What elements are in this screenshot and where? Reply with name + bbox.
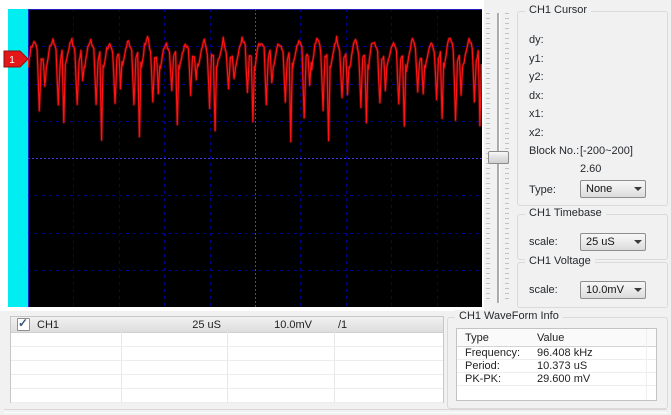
waveform-info-title: CH1 WaveForm Info — [455, 310, 563, 322]
slider-thumb[interactable] — [488, 151, 509, 164]
channel-table: CH1 25 uS 10.0mV /1 — [10, 316, 444, 403]
channel-timebase: 25 uS — [121, 319, 227, 331]
empty-row — [11, 346, 443, 361]
channel-row-ch1[interactable]: CH1 25 uS 10.0mV /1 — [11, 317, 443, 333]
cursor-field-x2: x2: — [529, 127, 544, 139]
trigger-channel-number: 1 — [9, 55, 15, 66]
empty-row — [11, 388, 443, 403]
info-label: Period: — [457, 360, 537, 372]
cursor-field-x1: x1: — [529, 108, 544, 120]
info-col-value: Value — [537, 332, 656, 344]
timebase-panel: CH1 Timebase scale: 25 uS — [517, 214, 668, 260]
cursor-field-y1: y1: — [529, 53, 544, 65]
chevron-down-icon — [631, 240, 645, 244]
chevron-down-icon — [631, 288, 645, 292]
timebase-panel-title: CH1 Timebase — [525, 207, 606, 219]
type-label: Type: — [529, 184, 556, 196]
empty-row — [11, 360, 443, 375]
info-row-frequency: Frequency: 96.408 kHz — [457, 346, 656, 360]
voltage-panel-title: CH1 Voltage — [525, 255, 595, 267]
trigger-marker[interactable]: 1 — [3, 50, 29, 68]
chevron-down-icon — [631, 187, 645, 191]
cursor-type-value: None — [581, 183, 631, 195]
info-label: PK-PK: — [457, 373, 537, 385]
channel-probe: /1 — [334, 319, 443, 331]
voltage-scale-select[interactable]: 10.0mV — [580, 281, 646, 299]
cursor-panel: CH1 Cursor dy: y1: y2: dx: x1: x2: Block… — [517, 11, 668, 206]
cursor-field-y2: y2: — [529, 71, 544, 83]
info-value: 96.408 kHz — [537, 347, 656, 359]
table-divider — [646, 329, 647, 400]
waveform-plot[interactable] — [28, 9, 482, 307]
voltage-scale-label: scale: — [529, 284, 558, 296]
bottom-separator — [4, 409, 667, 413]
info-value: 29.600 mV — [537, 373, 656, 385]
cursor-field-dx: dx: — [529, 90, 544, 102]
scope-grid-and-trace — [28, 9, 482, 307]
empty-row — [11, 332, 443, 347]
info-row-pkpk: PK-PK: 29.600 mV — [457, 372, 656, 386]
cursor-field-dy: dy: — [529, 34, 544, 46]
cursor-type-select[interactable]: None — [580, 180, 646, 198]
block-no-range: [-200~200] — [580, 145, 633, 157]
voltage-scale-value: 10.0mV — [581, 284, 631, 296]
info-label: Frequency: — [457, 347, 537, 359]
timebase-scale-value: 25 uS — [581, 236, 631, 248]
info-col-type: Type — [457, 332, 537, 344]
cursor-panel-title: CH1 Cursor — [525, 4, 591, 16]
waveform-info-panel: CH1 WaveForm Info Type Value Frequency: … — [447, 317, 668, 409]
vertical-position-slider[interactable] — [483, 9, 515, 309]
ch1-checkbox[interactable] — [17, 318, 30, 331]
info-row-period: Period: 10.373 uS — [457, 359, 656, 373]
info-value: 10.373 uS — [537, 360, 656, 372]
timebase-scale-label: scale: — [529, 236, 558, 248]
channel-name: CH1 — [37, 319, 59, 331]
timebase-scale-select[interactable]: 25 uS — [580, 233, 646, 251]
channel-voltage: 10.0mV — [227, 319, 334, 331]
block-no-value: 2.60 — [580, 163, 601, 175]
block-no-label: Block No.: — [529, 145, 579, 157]
empty-row — [11, 374, 443, 389]
waveform-info-table: Type Value Frequency: 96.408 kHz Period:… — [456, 328, 657, 401]
voltage-panel: CH1 Voltage scale: 10.0mV — [517, 262, 668, 308]
